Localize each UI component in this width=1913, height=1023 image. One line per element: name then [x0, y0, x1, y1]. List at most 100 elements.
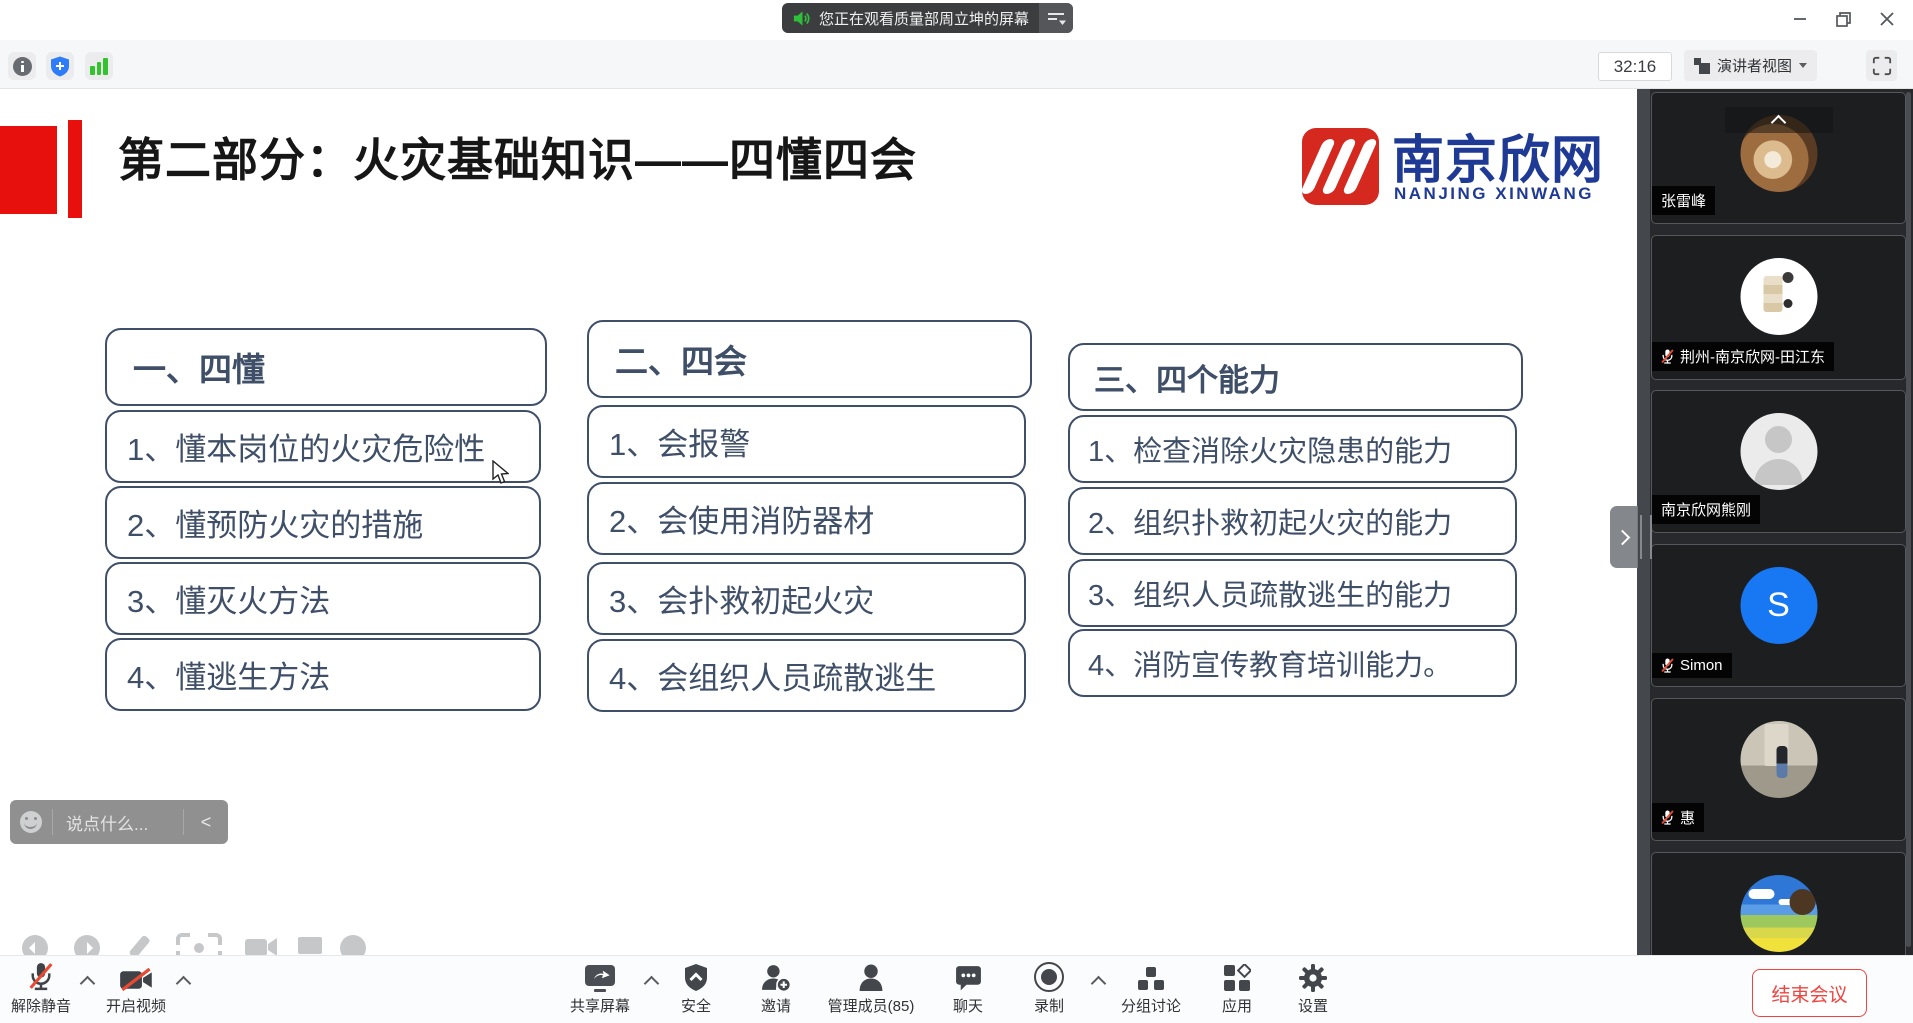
apps-icon — [1223, 964, 1251, 992]
name-label: 惠 — [1680, 807, 1695, 828]
breakout-rooms-button[interactable]: 分组讨论 — [1113, 962, 1189, 1016]
mic-options-chevron[interactable] — [80, 976, 96, 992]
banner-menu-button[interactable] — [1039, 3, 1073, 33]
security-button[interactable]: 安全 — [666, 962, 726, 1016]
chat-bubble-icon — [954, 965, 983, 992]
meeting-security-button[interactable] — [46, 52, 74, 80]
col2-item: 2、会使用消防器材 — [587, 482, 1026, 555]
share-options-chevron[interactable] — [644, 976, 660, 992]
record-button[interactable]: 录制 — [1019, 962, 1079, 1016]
mic-muted-icon — [1661, 657, 1674, 674]
col1-item: 4、懂逃生方法 — [105, 638, 541, 711]
view-mode-dropdown[interactable]: 演讲者视图 — [1684, 50, 1817, 81]
fullscreen-icon — [1872, 56, 1892, 76]
chevron-down-icon — [1799, 63, 1807, 68]
col2-item-label: 1、会报警 — [609, 419, 750, 464]
chat-collapse-button[interactable]: < — [184, 812, 228, 833]
col3-item-label: 1、检查消除火灾隐患的能力 — [1088, 428, 1452, 470]
chat-button[interactable]: 聊天 — [938, 962, 998, 1016]
col2-item: 3、会扑救初起火灾 — [587, 562, 1026, 635]
security-shield-icon — [683, 963, 709, 992]
chat-quick-bar[interactable]: 说点什么... < — [10, 800, 228, 844]
sidebar-drag-handle[interactable] — [1640, 515, 1652, 559]
col3-item: 2、组织扑救初起火灾的能力 — [1068, 487, 1517, 555]
window-icon — [298, 937, 322, 954]
collapse-tiles-button[interactable] — [1725, 107, 1833, 133]
col1-item: 2、懂预防火灾的措施 — [105, 486, 541, 559]
signal-bars-icon — [90, 58, 108, 75]
invite-label: 邀请 — [761, 995, 791, 1016]
breakout-rooms-icon — [1137, 966, 1165, 992]
col2-header: 二、四会 — [587, 320, 1032, 398]
video-icon — [245, 939, 267, 956]
participant-tile[interactable]: 南京欣网熊刚 — [1651, 390, 1906, 533]
security-label: 安全 — [681, 995, 711, 1016]
apps-button[interactable]: 应用 — [1207, 962, 1267, 1016]
fullscreen-button[interactable] — [1866, 50, 1897, 81]
invite-button[interactable]: 邀请 — [746, 962, 806, 1016]
breakout-rooms-label: 分组讨论 — [1121, 995, 1181, 1016]
sidebar-scrollbar[interactable] — [1906, 92, 1911, 947]
meeting-info-button[interactable] — [8, 52, 36, 80]
record-icon — [1034, 962, 1064, 992]
minimize-button[interactable] — [1785, 4, 1815, 34]
col1-item-label: 3、懂灭火方法 — [127, 576, 330, 621]
mic-muted-icon — [1661, 809, 1674, 826]
manage-members-button[interactable]: 管理成员(85) — [821, 962, 921, 1016]
col1-item: 3、懂灭火方法 — [105, 562, 541, 635]
col1-header: 一、四懂 — [105, 328, 547, 406]
col3-header-label: 三、四个能力 — [1094, 355, 1280, 400]
view-mode-label: 演讲者视图 — [1717, 55, 1792, 76]
start-video-label: 开启视频 — [106, 995, 166, 1016]
mic-muted-icon — [1661, 348, 1674, 365]
apps-label: 应用 — [1222, 995, 1252, 1016]
col1-item-label: 2、懂预防火灾的措施 — [127, 500, 423, 545]
record-options-chevron[interactable] — [1091, 976, 1107, 992]
col3-header: 三、四个能力 — [1068, 343, 1523, 411]
mouse-cursor — [492, 460, 509, 485]
start-video-button[interactable]: 开启视频 — [103, 962, 169, 1016]
participant-tile[interactable]: 惠 — [1651, 698, 1906, 841]
shield-plus-icon — [50, 56, 70, 77]
participant-name: 南京欣网熊刚 — [1652, 495, 1760, 524]
col3-item-label: 3、组织人员疏散逃生的能力 — [1088, 572, 1452, 614]
avatar — [1740, 413, 1817, 490]
col1-item-label: 1、懂本岗位的火灾危险性 — [127, 424, 485, 469]
shared-screen-slide: 第二部分：火灾基础知识——四懂四会 南京欣网 NANJING XINWANG 一… — [0, 88, 1637, 955]
company-logo-cn: 南京欣网 — [1392, 118, 1604, 193]
avatar: S — [1740, 567, 1817, 644]
layout-icon — [1694, 58, 1710, 74]
slide-title: 第二部分：火灾基础知识——四懂四会 — [118, 124, 917, 190]
meeting-timer: 32:16 — [1598, 52, 1672, 81]
end-meeting-button[interactable]: 结束会议 — [1752, 969, 1867, 1017]
settings-label: 设置 — [1298, 995, 1328, 1016]
col3-item: 1、检查消除火灾隐患的能力 — [1068, 415, 1517, 483]
col1-item: 1、懂本岗位的火灾危险性 — [105, 410, 541, 483]
close-button[interactable] — [1872, 4, 1902, 34]
avatar — [1740, 258, 1817, 335]
participant-tile[interactable]: 张雷峰 — [1651, 92, 1906, 224]
members-icon — [857, 963, 885, 992]
watching-banner[interactable]: 您正在观看质量部周立坤的屏幕 — [782, 3, 1073, 33]
col1-header-label: 一、四懂 — [133, 343, 265, 391]
emoji-icon[interactable] — [20, 811, 42, 833]
share-screen-icon — [583, 965, 617, 992]
avatar — [1740, 721, 1817, 798]
col2-item-label: 2、会使用消防器材 — [609, 496, 874, 541]
sidebar-collapse-button[interactable] — [1610, 506, 1638, 568]
col3-item: 3、组织人员疏散逃生的能力 — [1068, 559, 1517, 627]
video-options-chevron[interactable] — [176, 976, 192, 992]
title-red-block — [0, 126, 57, 214]
company-logo-en: NANJING XINWANG — [1394, 184, 1594, 204]
participant-tile[interactable]: 荆州-南京欣网-田江东 — [1651, 235, 1906, 380]
settings-button[interactable]: 设置 — [1283, 962, 1343, 1016]
col1-item-label: 4、懂逃生方法 — [127, 652, 330, 697]
participant-tile[interactable]: S Simon — [1651, 544, 1906, 687]
unmute-button[interactable]: 解除静音 — [8, 962, 74, 1016]
share-screen-button[interactable]: 共享屏幕 — [563, 962, 637, 1016]
camera-muted-icon — [120, 968, 153, 992]
restore-button[interactable] — [1828, 4, 1858, 34]
settings-gear-icon — [1299, 964, 1327, 992]
chat-input[interactable]: 说点什么... — [53, 810, 183, 835]
network-quality-button[interactable] — [85, 52, 113, 80]
